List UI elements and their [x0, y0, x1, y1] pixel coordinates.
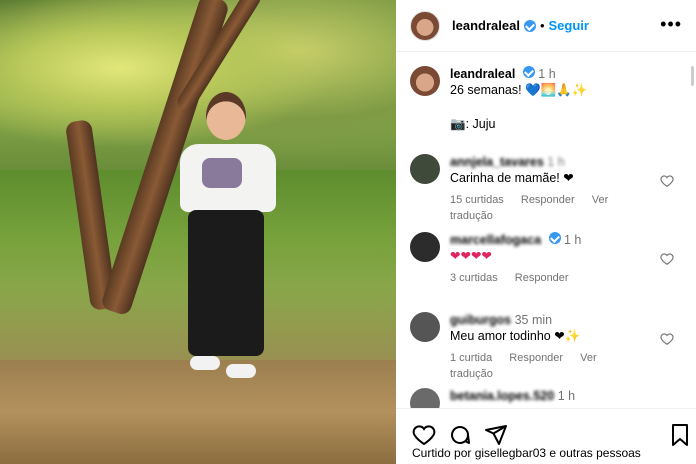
comment-item: guiburgos 35 min Meu amor todinho ❤✨ 1 c… — [410, 310, 680, 380]
heart-icon[interactable] — [660, 252, 674, 266]
comment-time: 1 h — [564, 233, 582, 247]
save-icon[interactable] — [670, 423, 690, 447]
separator-dot: • — [539, 18, 545, 33]
author-username[interactable]: leandraleal — [452, 18, 520, 33]
caption-credit: 📷: Juju — [450, 117, 496, 131]
reply-button[interactable]: Responder — [521, 194, 575, 206]
person-in-photo — [172, 92, 284, 388]
comment-likes[interactable]: 1 curtida — [450, 352, 492, 364]
comment-item: marcellafogaca 1 h ❤❤❤❤ 3 curtidas Respo… — [410, 230, 680, 294]
verified-icon — [548, 232, 561, 244]
liked-by-text[interactable]: Curtido por gisellegbar03 e outras pesso… — [412, 446, 641, 460]
comment-item: annjela_tavares 1 h Carinha de mamãe! ❤ … — [410, 152, 680, 222]
reply-button[interactable]: Responder — [515, 272, 569, 284]
comment-text: Carinha de mamãe! ❤ — [450, 171, 574, 185]
comment-likes[interactable]: 15 curtidas — [450, 194, 504, 206]
caption-time: 1 h — [538, 67, 556, 81]
verified-icon — [523, 19, 536, 32]
comment-text: ❤❤❤❤ — [450, 249, 492, 263]
comment-avatar[interactable] — [410, 232, 440, 262]
caption-username[interactable]: leandraleal — [450, 67, 515, 81]
caption: leandraleal 1 h 26 semanas! 💙🌅🙏✨ 📷: Juju — [410, 64, 680, 144]
comment-avatar[interactable] — [410, 388, 440, 408]
post-side-panel: leandraleal • Seguir ••• leandraleal 1 h… — [396, 0, 696, 464]
heart-icon[interactable] — [412, 423, 436, 447]
comment-time: 1 h — [547, 155, 565, 169]
comment-username[interactable]: annjela_tavares — [450, 155, 544, 169]
post-photo[interactable] — [0, 0, 396, 464]
comments-list[interactable]: leandraleal 1 h 26 semanas! 💙🌅🙏✨ 📷: Juju… — [396, 52, 696, 408]
heart-icon[interactable] — [660, 332, 674, 346]
comment-likes[interactable]: 3 curtidas — [450, 272, 498, 284]
heart-icon[interactable] — [660, 174, 674, 188]
comment-icon[interactable] — [448, 423, 472, 447]
post-header: leandraleal • Seguir ••• — [396, 0, 696, 52]
verified-icon — [522, 66, 535, 78]
comment-text: Meu amor todinho ❤✨ — [450, 329, 581, 343]
comment-time: 1 h — [557, 389, 576, 403]
comment-username[interactable]: marcellafogaca — [450, 233, 541, 247]
share-icon[interactable] — [484, 423, 508, 447]
comment-username[interactable]: betania.lopes.520 — [450, 389, 554, 403]
follow-button[interactable]: Seguir — [549, 18, 589, 33]
comment-avatar[interactable] — [410, 154, 440, 184]
comment-time: 35 min — [514, 313, 553, 327]
author-avatar[interactable] — [410, 10, 440, 41]
comment-item: betania.lopes.520 1 h — [410, 386, 680, 408]
reply-button[interactable]: Responder — [509, 352, 563, 364]
more-icon[interactable]: ••• — [660, 14, 682, 35]
comment-avatar[interactable] — [410, 312, 440, 342]
caption-text: 26 semanas! 💙🌅🙏✨ — [450, 83, 588, 97]
comments-scrollbar[interactable] — [691, 66, 694, 86]
caption-avatar[interactable] — [410, 66, 440, 96]
comment-username[interactable]: guiburgos — [450, 313, 511, 327]
